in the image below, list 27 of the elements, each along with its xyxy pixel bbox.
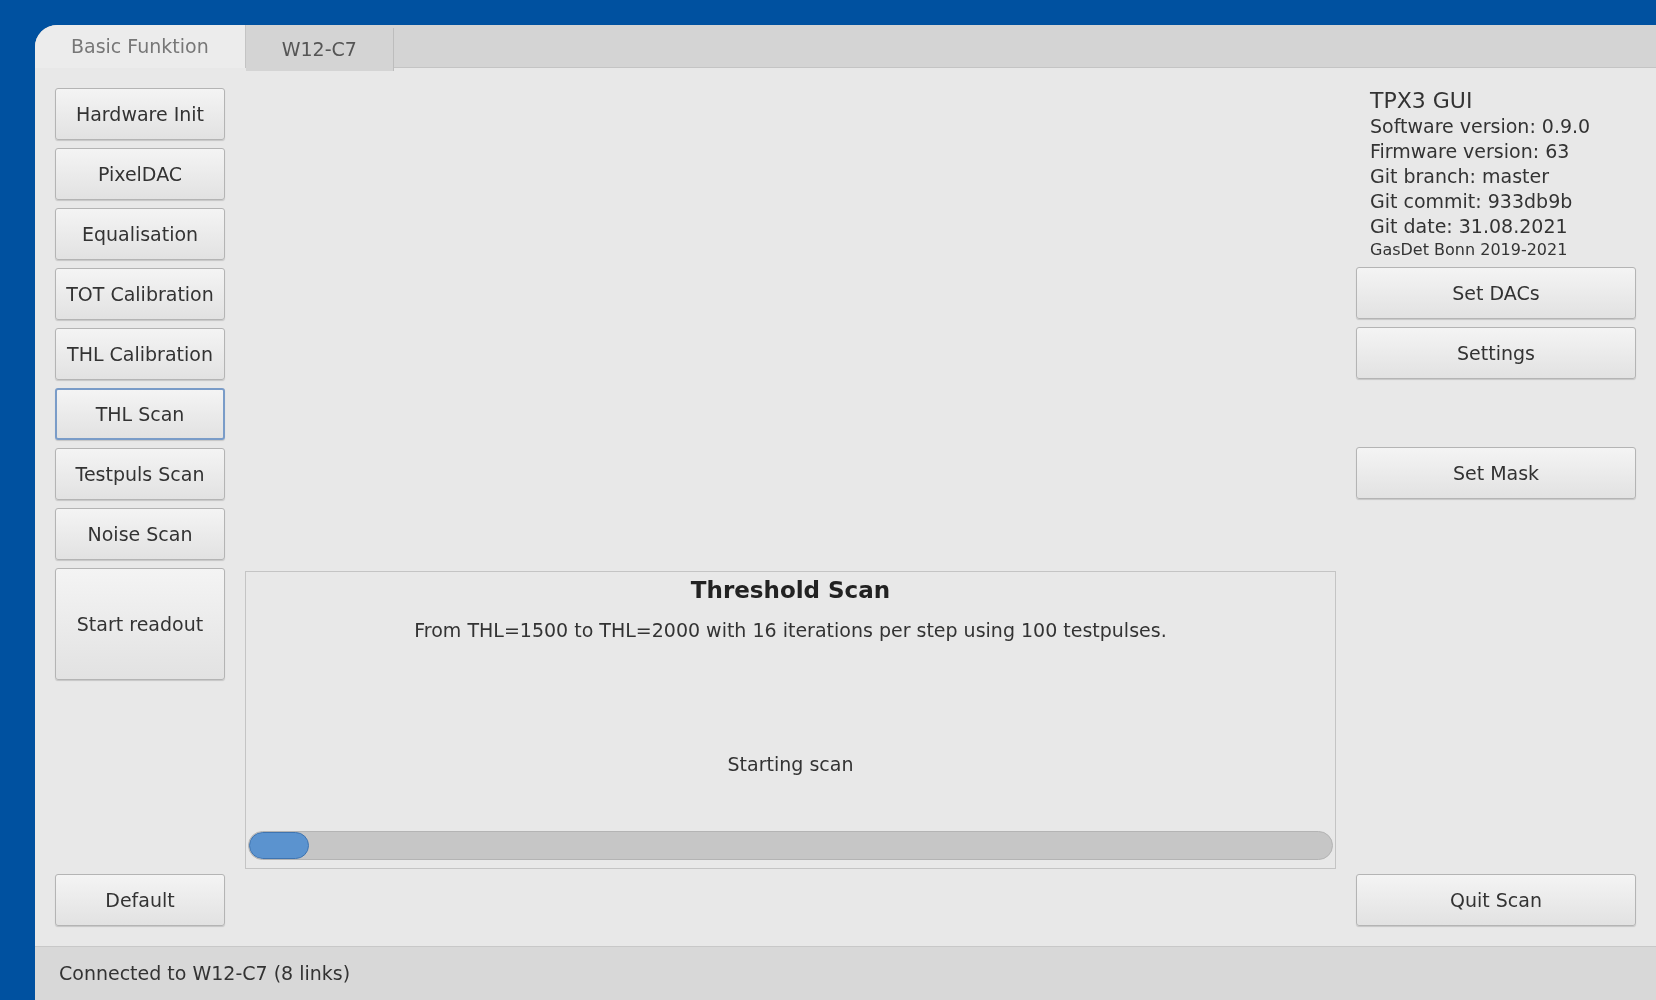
version-info: Git branch: master bbox=[1370, 164, 1550, 189]
side-button[interactable]: TOT Calibration bbox=[55, 268, 225, 320]
tab[interactable]: Basic Funktion bbox=[35, 25, 246, 68]
side-button[interactable]: PixelDAC bbox=[55, 148, 225, 200]
version-info: Git date: 31.08.2021 bbox=[1370, 214, 1569, 239]
status-text: Connected to W12-C7 (8 links) bbox=[59, 961, 351, 987]
version-info: Git commit: 933db9b bbox=[1370, 189, 1574, 214]
quit-button[interactable]: Quit Scan bbox=[1356, 874, 1636, 926]
side-button[interactable]: Equalisation bbox=[55, 208, 225, 260]
credit-text: GasDet Bonn 2019-2021 bbox=[1370, 239, 1569, 261]
side-button[interactable]: Start readout bbox=[55, 568, 225, 680]
action-button[interactable]: Set DACs bbox=[1356, 267, 1636, 319]
default-button[interactable]: Default bbox=[55, 874, 225, 926]
action-button[interactable]: Set Mask bbox=[1356, 447, 1636, 499]
side-button[interactable]: THL Scan bbox=[55, 388, 225, 440]
tab[interactable]: W12-C7 bbox=[245, 28, 394, 71]
app-title: TPX3 GUI bbox=[1370, 88, 1474, 114]
version-info: Software version: 0.9.0 bbox=[1370, 114, 1592, 139]
scan-description: From THL=1500 to THL=2000 with 16 iterations per step using 100 testpulses. bbox=[414, 617, 1167, 643]
action-button[interactable]: Settings bbox=[1356, 327, 1636, 379]
version-info: Firmware version: 63 bbox=[1370, 139, 1571, 164]
scan-title: Threshold Scan bbox=[690, 576, 891, 605]
side-button[interactable]: Testpuls Scan bbox=[55, 448, 225, 500]
scan-status: Starting scan bbox=[727, 752, 854, 777]
side-button[interactable]: Hardware Init bbox=[55, 88, 225, 140]
side-button[interactable]: Noise Scan bbox=[55, 508, 225, 560]
side-button[interactable]: THL Calibration bbox=[55, 328, 225, 380]
